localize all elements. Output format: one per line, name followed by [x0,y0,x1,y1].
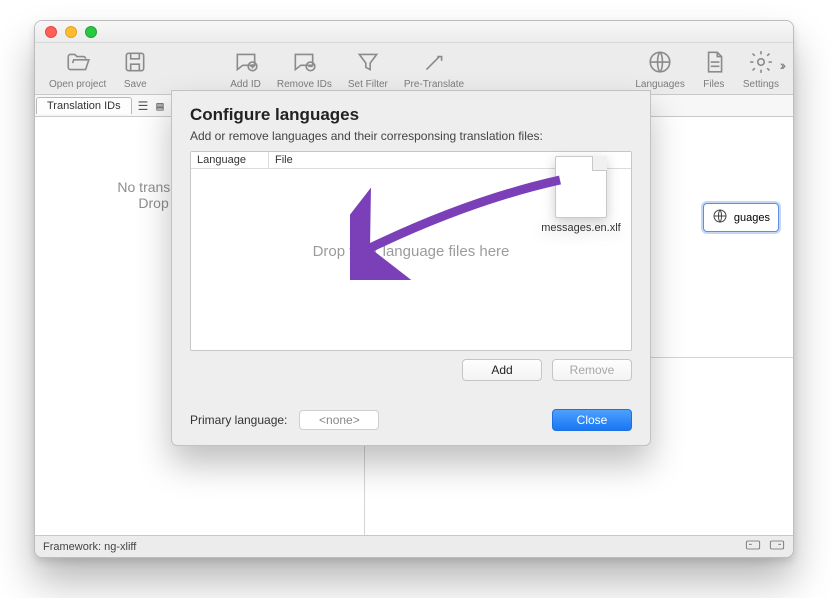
remove-ids-button[interactable]: Remove IDs [271,47,338,92]
languages-label: Languages [635,79,685,90]
list-view-toggle-icon[interactable]: ☰ [134,99,153,113]
close-dialog-button[interactable]: Close [552,409,632,431]
configure-languages-dialog: Configure languages Add or remove langua… [171,90,651,446]
minimize-window-dot[interactable] [65,26,77,38]
globe-icon [712,208,728,227]
save-button[interactable]: Save [116,47,154,92]
folder-open-icon [65,49,91,78]
dragged-file[interactable]: messages.en.xlf [541,156,621,234]
dialog-title: Configure languages [190,105,632,125]
document-icon [701,49,727,78]
toolbar: Open project Save Add ID Remove [35,43,793,95]
files-button[interactable]: Files [695,47,733,92]
dialog-subtitle: Add or remove languages and their corres… [190,129,632,143]
close-window-dot[interactable] [45,26,57,38]
file-icon [555,156,607,218]
primary-language-label: Primary language: [190,413,287,427]
peek-languages-button[interactable]: guages [703,203,779,232]
toolbar-overflow-icon[interactable]: ›› [780,57,783,73]
fullscreen-window-dot[interactable] [85,26,97,38]
add-id-button[interactable]: Add ID [224,47,267,92]
status-bar: Framework: ng-xliff [35,535,793,557]
set-filter-button[interactable]: Set Filter [342,47,394,92]
column-language[interactable]: Language [191,152,269,168]
open-project-label: Open project [49,79,106,90]
open-project-button[interactable]: Open project [43,47,112,92]
pre-translate-button[interactable]: Pre-Translate [398,47,470,92]
save-icon [122,49,148,78]
chat-plus-icon [233,49,259,78]
remove-language-button[interactable]: Remove [552,359,632,381]
add-id-label: Add ID [230,79,261,90]
settings-button[interactable]: Settings [737,47,785,92]
tree-view-toggle-icon[interactable]: ▤ [152,99,167,113]
status-icon-1[interactable] [745,538,761,555]
tab-translation-ids[interactable]: Translation IDs [36,97,132,114]
chat-minus-icon [291,49,317,78]
pre-translate-label: Pre-Translate [404,79,464,90]
peek-languages-label: guages [734,212,770,224]
remove-ids-label: Remove IDs [277,79,332,90]
magic-wand-icon [421,49,447,78]
titlebar [35,21,793,43]
status-icon-2[interactable] [769,538,785,555]
files-label: Files [703,79,724,90]
framework-label: Framework: ng-xliff [43,541,136,553]
gear-icon [748,49,774,78]
globe-icon [647,49,673,78]
add-language-button[interactable]: Add [462,359,542,381]
funnel-icon [355,49,381,78]
tab-translation-ids-label: Translation IDs [47,100,121,112]
settings-label: Settings [743,79,779,90]
dragged-file-name: messages.en.xlf [541,222,621,234]
primary-language-select[interactable]: <none> [299,410,379,430]
save-label: Save [124,79,147,90]
set-filter-label: Set Filter [348,79,388,90]
languages-button[interactable]: Languages [629,47,691,92]
